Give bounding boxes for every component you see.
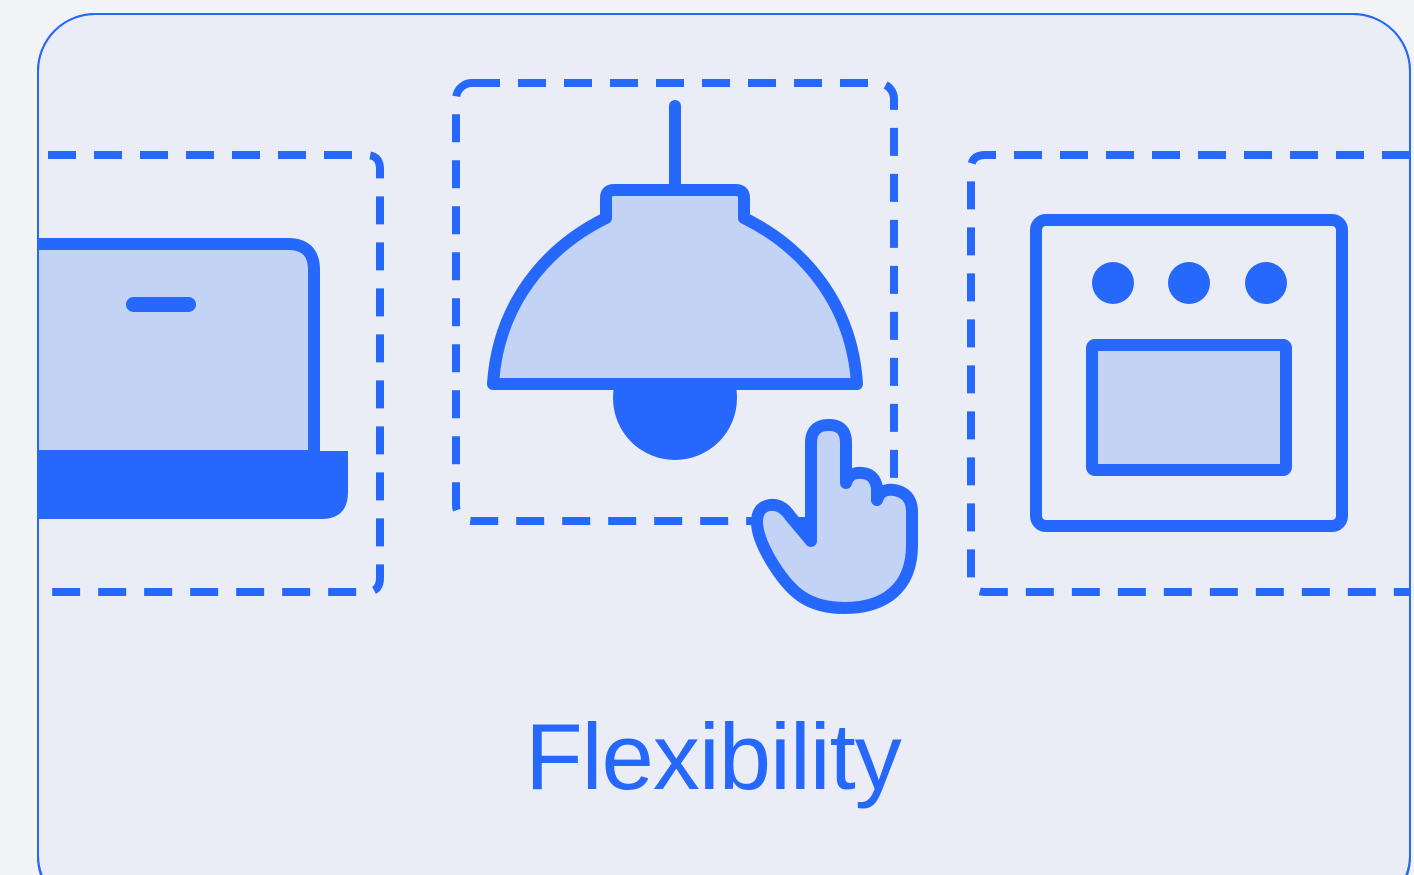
card-title: Flexibility — [525, 704, 902, 809]
device-tile-lamp[interactable] — [452, 79, 918, 614]
laptop-icon — [38, 238, 348, 519]
oven-icon — [1030, 214, 1348, 532]
pointing-hand-icon — [751, 419, 918, 614]
device-tile-oven[interactable] — [967, 151, 1410, 596]
stage: Flexibility — [0, 0, 1414, 875]
device-tile-laptop[interactable] — [20, 151, 384, 596]
pendant-lamp-icon — [487, 100, 863, 460]
